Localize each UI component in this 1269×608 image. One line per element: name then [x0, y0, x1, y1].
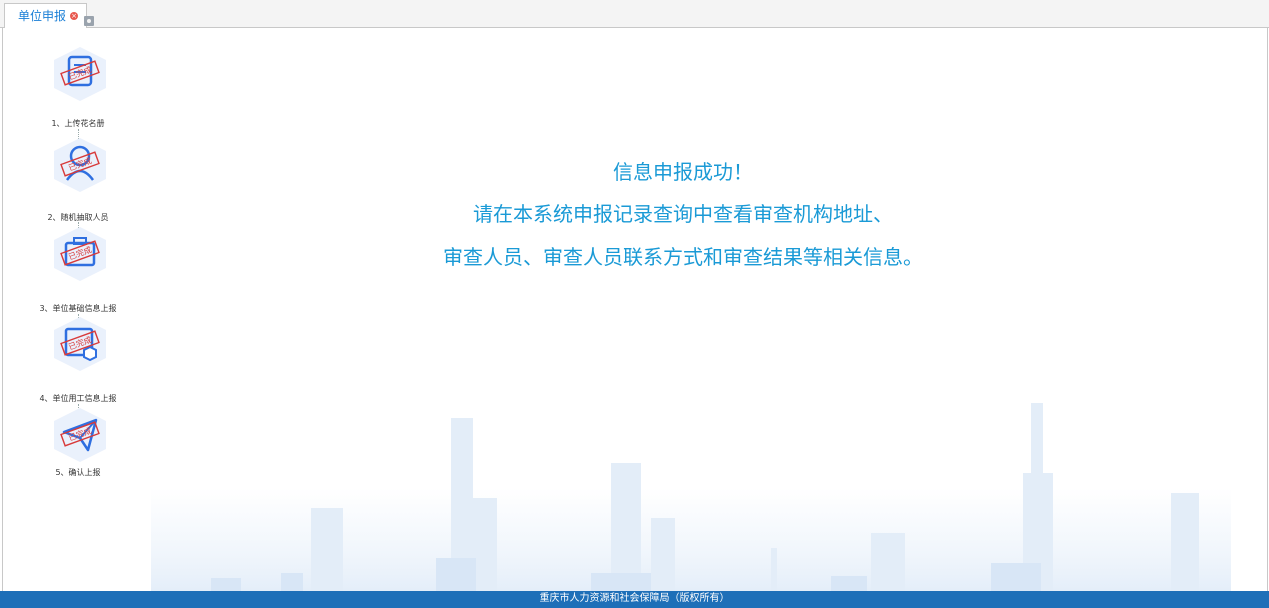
- close-icon[interactable]: ×: [70, 12, 78, 20]
- copyright-text: 重庆市人力资源和社会保障局（版权所有）: [539, 593, 730, 604]
- success-message-line-2: 审查人员、审查人员联系方式和审查结果等相关信息。: [443, 245, 923, 269]
- roster-upload-icon: 已完成: [54, 47, 106, 101]
- briefcase-icon: 已完成: [54, 227, 106, 281]
- skyline-background: [151, 403, 1231, 591]
- gear-icon[interactable]: [84, 16, 94, 26]
- tab-bar: 单位申报 ×: [0, 0, 1269, 29]
- person-select-icon: 已完成: [54, 138, 106, 192]
- step-label: 1、上传花名册: [51, 119, 105, 128]
- employment-info-icon: 已完成: [54, 317, 106, 371]
- tab-unit-report[interactable]: 单位申报 ×: [4, 3, 87, 29]
- step-label: 3、单位基础信息上报: [39, 304, 117, 313]
- paper-plane-icon: 已完成: [54, 408, 106, 462]
- content-panel: 已完成 1、上传花名册 已完成 2、随机抽取人员 已完成 3、单位基础信息上报 …: [2, 28, 1268, 591]
- step-2[interactable]: 已完成 2、随机抽取人员: [3, 136, 153, 222]
- step-5[interactable]: 已完成 5、确认上报: [3, 406, 153, 486]
- step-label: 5、确认上报: [55, 468, 101, 477]
- success-title: 信息申报成功！: [613, 160, 753, 184]
- step-label: 4、单位用工信息上报: [39, 394, 117, 403]
- step-1[interactable]: 已完成 1、上传花名册: [3, 45, 153, 128]
- step-3[interactable]: 已完成 3、单位基础信息上报: [3, 225, 153, 313]
- step-4[interactable]: 已完成 4、单位用工信息上报: [3, 315, 153, 403]
- tab-label: 单位申报: [18, 9, 67, 23]
- success-message-line-1: 请在本系统申报记录查询中查看审查机构地址、: [473, 202, 893, 226]
- footer: 重庆市人力资源和社会保障局（版权所有）: [0, 591, 1269, 608]
- step-list: 已完成 1、上传花名册 已完成 2、随机抽取人员 已完成 3、单位基础信息上报 …: [3, 28, 153, 591]
